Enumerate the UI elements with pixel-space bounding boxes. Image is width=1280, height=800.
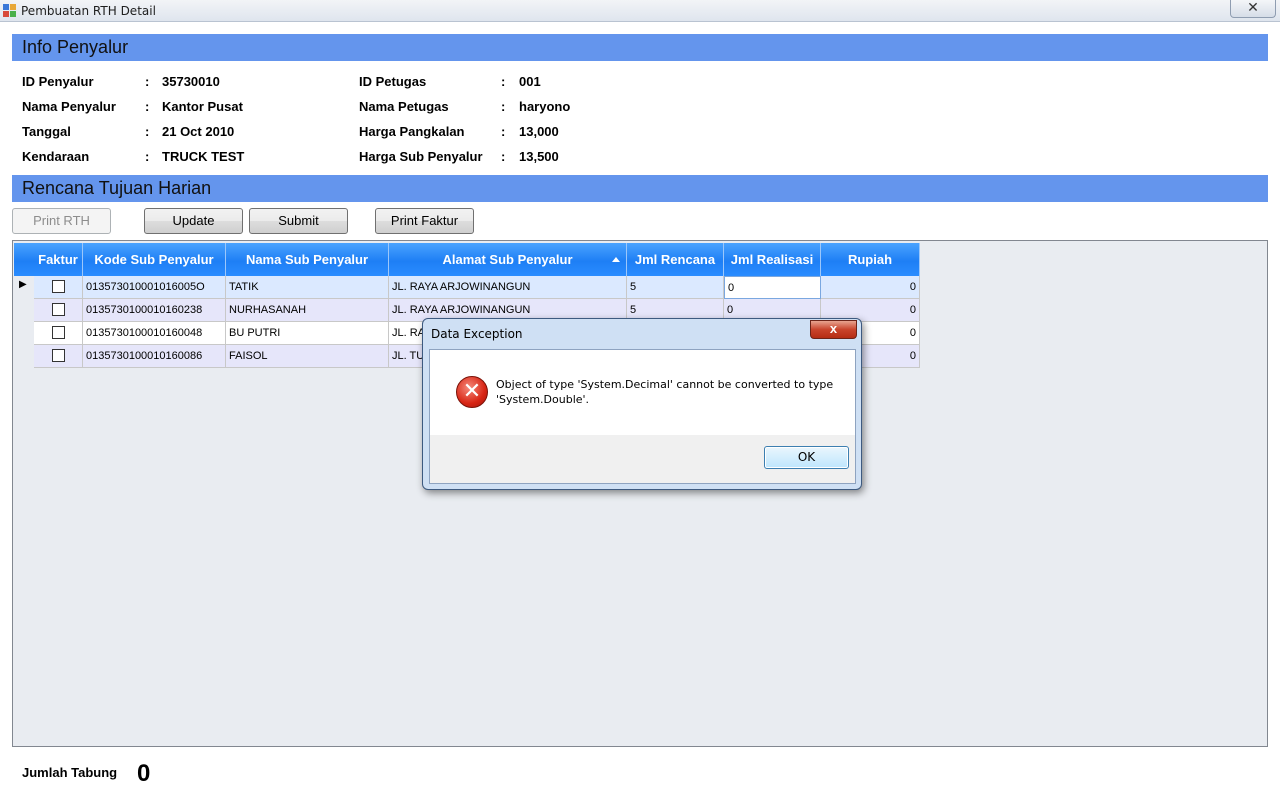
colon: : xyxy=(501,74,506,89)
window-titlebar: Pembuatan RTH Detail ✕ xyxy=(0,0,1280,22)
close-icon: ✕ xyxy=(1247,0,1259,15)
colon: : xyxy=(501,99,506,114)
nama-penyalur-label: Nama Penyalur xyxy=(22,99,116,114)
column-header-jml-realisasi[interactable]: Jml Realisasi xyxy=(724,243,821,276)
column-header-kode[interactable]: Kode Sub Penyalur xyxy=(83,243,226,276)
alamat-cell[interactable]: JL. RAYA ARJOWINANGUN xyxy=(389,276,627,299)
info-penyalur-header: Info Penyalur xyxy=(12,34,1268,61)
tanggal-label: Tanggal xyxy=(22,124,71,139)
harga-pangkalan-label: Harga Pangkalan xyxy=(359,124,465,139)
grid-corner-header xyxy=(14,243,34,276)
row-header[interactable] xyxy=(14,322,34,345)
colon: : xyxy=(145,99,150,114)
harga-sub-penyalur-label: Harga Sub Penyalur xyxy=(359,149,483,164)
ok-button[interactable]: OK xyxy=(764,446,849,469)
print-faktur-button[interactable]: Print Faktur xyxy=(375,208,474,234)
error-icon: ✕ xyxy=(456,376,488,408)
kode-cell[interactable]: 013573010001016005O xyxy=(83,276,226,299)
tanggal-value: 21 Oct 2010 xyxy=(162,124,235,139)
submit-button[interactable]: Submit xyxy=(249,208,348,234)
column-header-alamat[interactable]: Alamat Sub Penyalur xyxy=(389,243,627,276)
window-close-button[interactable]: ✕ xyxy=(1230,0,1276,18)
faktur-cell[interactable] xyxy=(34,345,83,368)
window-title: Pembuatan RTH Detail xyxy=(21,4,156,18)
kode-cell[interactable]: 0135730100010160048 xyxy=(83,322,226,345)
nama-cell[interactable]: TATIK xyxy=(226,276,389,299)
column-header-faktur[interactable]: Faktur xyxy=(34,243,83,276)
jml-realisasi-cell-active[interactable]: 0 xyxy=(724,276,821,299)
jml-rencana-cell[interactable]: 5 xyxy=(627,276,724,299)
sort-ascending-icon xyxy=(612,257,620,262)
jumlah-tabung-label: Jumlah Tabung xyxy=(22,765,118,780)
column-header-jml-rencana[interactable]: Jml Rencana xyxy=(627,243,724,276)
rencana-tujuan-harian-header: Rencana Tujuan Harian xyxy=(12,175,1268,202)
nama-penyalur-value: Kantor Pusat xyxy=(162,99,243,114)
id-petugas-value: 001 xyxy=(519,74,541,89)
row-header[interactable] xyxy=(14,299,34,322)
harga-pangkalan-value: 13,000 xyxy=(519,124,559,139)
faktur-checkbox[interactable] xyxy=(52,280,65,293)
dialog-message: Object of type 'System.Decimal' cannot b… xyxy=(496,378,834,406)
colon: : xyxy=(145,124,150,139)
column-header-label: Alamat Sub Penyalur xyxy=(442,252,573,267)
nama-cell[interactable]: NURHASANAH xyxy=(226,299,389,322)
column-header-nama[interactable]: Nama Sub Penyalur xyxy=(226,243,389,276)
data-exception-dialog[interactable]: Data Exception x ✕ Object of type 'Syste… xyxy=(422,318,862,490)
nama-cell[interactable]: BU PUTRI xyxy=(226,322,389,345)
id-penyalur-label: ID Penyalur xyxy=(22,74,94,89)
colon: : xyxy=(501,124,506,139)
dialog-message-area: ✕ Object of type 'System.Decimal' cannot… xyxy=(430,350,855,435)
jumlah-tabung-value: 0 xyxy=(137,760,151,787)
colon: : xyxy=(145,74,150,89)
section-title: Info Penyalur xyxy=(22,37,129,57)
current-row-icon: ▶ xyxy=(19,279,27,290)
dialog-title: Data Exception xyxy=(431,327,523,341)
dialog-close-button[interactable]: x xyxy=(810,320,857,339)
nama-cell[interactable]: FAISOL xyxy=(226,345,389,368)
app-icon xyxy=(3,4,17,18)
rupiah-cell[interactable]: 0 xyxy=(821,276,920,299)
kode-cell[interactable]: 0135730100010160086 xyxy=(83,345,226,368)
colon: : xyxy=(501,149,506,164)
harga-sub-penyalur-value: 13,500 xyxy=(519,149,559,164)
close-icon: x xyxy=(829,321,838,336)
id-penyalur-value: 35730010 xyxy=(162,74,220,89)
print-rth-button[interactable]: Print RTH xyxy=(12,208,111,234)
kendaraan-label: Kendaraan xyxy=(22,149,90,164)
colon: : xyxy=(145,149,150,164)
section-title: Rencana Tujuan Harian xyxy=(22,178,212,198)
faktur-checkbox[interactable] xyxy=(52,326,65,339)
nama-petugas-label: Nama Petugas xyxy=(359,99,449,114)
kendaraan-value: TRUCK TEST xyxy=(162,149,245,164)
column-header-rupiah[interactable]: Rupiah xyxy=(821,243,920,276)
nama-petugas-value: haryono xyxy=(519,99,571,114)
faktur-checkbox[interactable] xyxy=(52,303,65,316)
dialog-body: ✕ Object of type 'System.Decimal' cannot… xyxy=(429,349,856,484)
faktur-cell[interactable] xyxy=(34,299,83,322)
faktur-cell[interactable] xyxy=(34,322,83,345)
faktur-cell[interactable] xyxy=(34,276,83,299)
row-header[interactable] xyxy=(14,345,34,368)
row-header[interactable]: ▶ xyxy=(14,276,34,299)
kode-cell[interactable]: 0135730100010160238 xyxy=(83,299,226,322)
faktur-checkbox[interactable] xyxy=(52,349,65,362)
update-button[interactable]: Update xyxy=(144,208,243,234)
id-petugas-label: ID Petugas xyxy=(359,74,427,89)
